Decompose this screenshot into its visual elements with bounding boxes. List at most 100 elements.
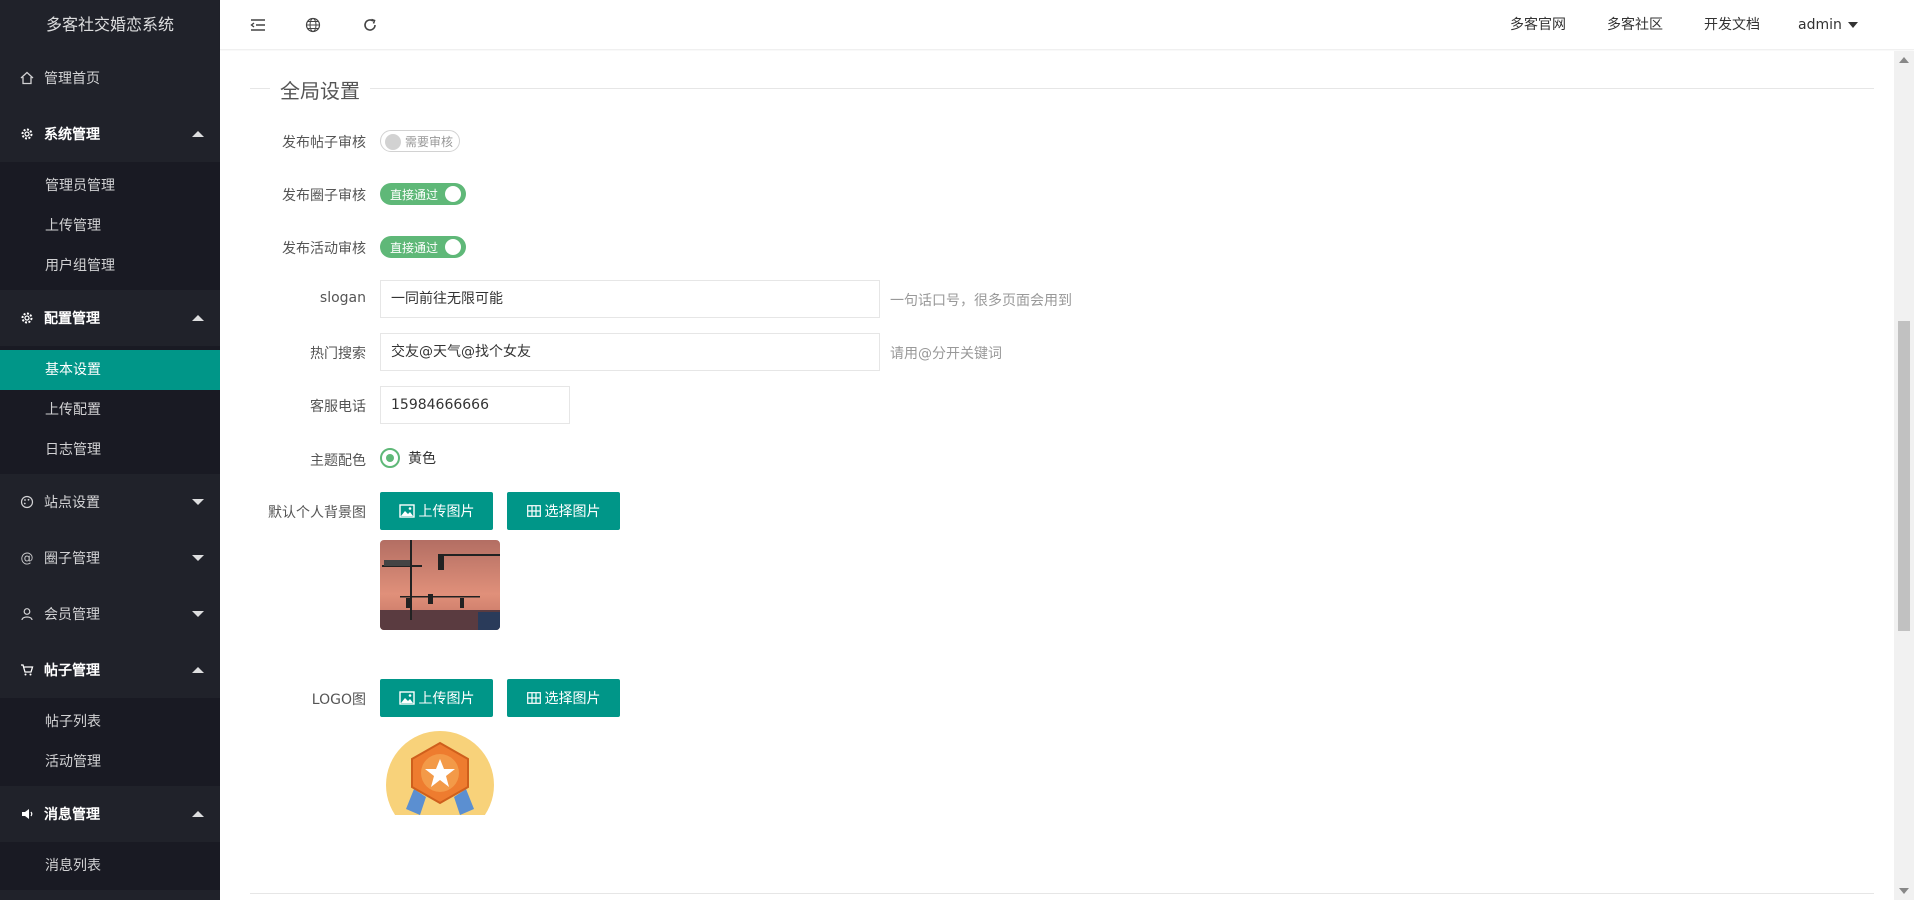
nav-post-label: 帖子管理 — [44, 663, 100, 679]
activity-review-switch[interactable]: 直接通过 — [380, 236, 466, 258]
sidebar-item-upload-config[interactable]: 上传配置 — [0, 390, 220, 430]
at-icon: @ — [20, 550, 34, 566]
user-menu[interactable]: admin — [1798, 0, 1858, 50]
fieldset-divider — [250, 88, 1874, 89]
nav-system[interactable]: 系统管理 — [0, 106, 220, 162]
label-slogan: slogan — [319, 290, 366, 306]
nav-site[interactable]: 站点设置 — [0, 474, 220, 530]
nav-config[interactable]: 配置管理 — [0, 290, 220, 346]
gear-icon — [20, 127, 34, 141]
scroll-down-icon[interactable] — [1899, 888, 1909, 894]
globe-icon[interactable] — [303, 15, 323, 35]
hot-search-hint: 请用@分开关键词 — [890, 346, 1002, 362]
logo-choose-button[interactable]: 选择图片 — [507, 679, 620, 717]
radio-dot — [386, 454, 394, 462]
sidebar-item-message-list[interactable]: 消息列表 — [0, 846, 220, 886]
label-activity-review: 发布活动审核 — [282, 241, 366, 257]
menu-collapse-icon[interactable] — [248, 15, 268, 35]
home-icon — [20, 71, 34, 85]
theme-radio-yellow[interactable]: 黄色 — [380, 448, 436, 468]
chevron-up-icon — [192, 131, 204, 137]
bg-choose-button[interactable]: 选择图片 — [507, 492, 620, 530]
phone-input[interactable]: 15984666666 — [380, 386, 570, 424]
bg-choose-label: 选择图片 — [544, 504, 601, 520]
slogan-hint: 一句话口号，很多页面会用到 — [890, 293, 1072, 309]
header-link-docs[interactable]: 开发文档 — [1704, 0, 1760, 50]
gear-icon — [20, 311, 34, 325]
nav-home-label: 管理首页 — [44, 71, 100, 87]
palette-icon — [20, 495, 34, 509]
grid-icon — [526, 505, 541, 517]
logo-preview — [386, 731, 494, 815]
label-phone: 客服电话 — [310, 399, 366, 415]
nav-system-label: 系统管理 — [44, 127, 100, 143]
sidebar-item-upload[interactable]: 上传管理 — [0, 206, 220, 246]
activity-review-switch-text: 直接通过 — [390, 240, 439, 255]
nav-message-label: 消息管理 — [44, 807, 100, 823]
nav-post[interactable]: 帖子管理 — [0, 642, 220, 698]
header-link-official[interactable]: 多客官网 — [1510, 0, 1566, 50]
page-scrollbar[interactable] — [1894, 51, 1914, 900]
circle-review-switch[interactable]: 直接通过 — [380, 183, 466, 205]
nav-circle[interactable]: @ 圈子管理 — [0, 530, 220, 586]
caret-down-icon — [1847, 22, 1858, 28]
switch-knob — [385, 134, 401, 150]
submenu-message: 消息列表 — [0, 842, 220, 890]
submenu-post: 帖子列表 活动管理 — [0, 698, 220, 786]
submenu-system: 管理员管理 上传管理 用户组管理 — [0, 162, 220, 290]
label-hot-search: 热门搜索 — [310, 346, 366, 362]
sidebar: 多客社交婚恋系统 管理首页 系统管理 管理员管理 上传管理 用户组管理 配置管理… — [0, 0, 220, 900]
chevron-down-icon — [192, 555, 204, 561]
submenu-config: 基本设置 上传配置 日志管理 — [0, 346, 220, 474]
speaker-icon — [20, 807, 34, 821]
slogan-input[interactable]: 一同前往无限可能 — [380, 280, 880, 318]
user-icon — [20, 607, 34, 621]
chevron-up-icon — [192, 315, 204, 321]
user-name: admin — [1798, 17, 1842, 33]
cart-icon — [20, 663, 34, 677]
bg-upload-button[interactable]: 上传图片 — [380, 492, 493, 530]
sidebar-item-basic-settings[interactable]: 基本设置 — [0, 350, 220, 390]
nav-message[interactable]: 消息管理 — [0, 786, 220, 842]
nav-member[interactable]: 会员管理 — [0, 586, 220, 642]
label-theme: 主题配色 — [310, 453, 366, 469]
logo-choose-label: 选择图片 — [544, 691, 601, 707]
nav-home[interactable]: 管理首页 — [0, 50, 220, 106]
switch-knob — [445, 239, 461, 255]
post-review-switch[interactable]: 需要审核 — [380, 130, 460, 152]
label-bg-image: 默认个人背景图 — [268, 505, 366, 521]
sidebar-item-post-list[interactable]: 帖子列表 — [0, 702, 220, 742]
top-header: 多客官网 多客社区 开发文档 admin — [220, 0, 1914, 50]
chevron-down-icon — [192, 499, 204, 505]
logo-upload-button[interactable]: 上传图片 — [380, 679, 493, 717]
sidebar-item-logs[interactable]: 日志管理 — [0, 430, 220, 470]
refresh-icon[interactable] — [360, 15, 380, 35]
chevron-down-icon — [192, 611, 204, 617]
header-link-community[interactable]: 多客社区 — [1607, 0, 1663, 50]
nav-site-label: 站点设置 — [44, 495, 100, 511]
circle-review-switch-text: 直接通过 — [390, 187, 439, 202]
bottom-divider — [250, 893, 1874, 894]
logo-upload-label: 上传图片 — [418, 691, 475, 707]
bg-image-preview — [380, 540, 500, 630]
sidebar-item-activity[interactable]: 活动管理 — [0, 742, 220, 782]
nav-circle-label: 圈子管理 — [44, 551, 100, 567]
label-circle-review: 发布圈子审核 — [282, 188, 366, 204]
label-post-review: 发布帖子审核 — [282, 135, 366, 151]
image-icon — [398, 504, 415, 518]
section-title: 全局设置 — [270, 75, 370, 104]
switch-knob — [445, 186, 461, 202]
grid-icon — [526, 692, 541, 704]
nav-config-label: 配置管理 — [44, 311, 100, 327]
sidebar-item-usergroup[interactable]: 用户组管理 — [0, 246, 220, 286]
hot-search-input[interactable]: 交友@天气@找个女友 — [380, 333, 880, 371]
chevron-up-icon — [192, 811, 204, 817]
scroll-up-icon[interactable] — [1899, 57, 1909, 63]
image-icon — [398, 691, 415, 705]
chevron-up-icon — [192, 667, 204, 673]
label-logo: LOGO图 — [311, 692, 366, 708]
scrollbar-thumb[interactable] — [1898, 321, 1910, 631]
sidebar-item-admin[interactable]: 管理员管理 — [0, 166, 220, 206]
app-logo-title[interactable]: 多客社交婚恋系统 — [0, 0, 220, 50]
main-content: 全局设置 发布帖子审核 需要审核 发布圈子审核 直接通过 发布活动审核 直接通过… — [220, 51, 1894, 900]
